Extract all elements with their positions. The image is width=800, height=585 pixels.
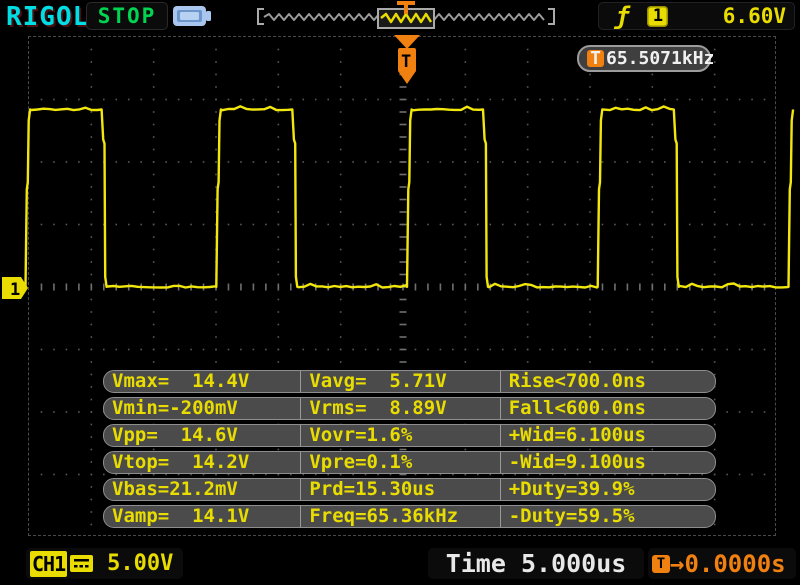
trigger-position-readout[interactable]: T →0.0000s <box>648 548 796 579</box>
svg-text:T: T <box>401 52 411 72</box>
dc-coupling-icon <box>70 555 94 572</box>
measurement-cell: +Wid=6.100us <box>499 425 715 446</box>
trigger-frequency-value: 65.5071kHz <box>606 48 715 69</box>
svg-text:1: 1 <box>10 280 20 300</box>
measurement-panel: Vmax= 14.4V Vavg= 5.71V Rise<700.0ns Vmin=-… <box>103 370 716 532</box>
measurement-cell: -Wid=9.100us <box>499 452 715 473</box>
run-state-indicator[interactable]: STOP <box>86 2 168 30</box>
trigger-frequency-readout: T 65.5071kHz <box>577 45 715 72</box>
horizontal-position-bar[interactable] <box>250 0 562 36</box>
channel1-position-marker[interactable]: 1 <box>2 276 29 304</box>
trigger-t-icon: T <box>587 48 604 69</box>
trigger-source-badge: 1 <box>647 5 669 27</box>
measurement-row: Vmin=-200mV Vrms= 8.89V Fall<600.0ns <box>103 397 716 420</box>
measurement-cell: +Duty=39.9% <box>499 479 715 500</box>
measurement-cell: Fall<600.0ns <box>499 398 715 419</box>
measurement-row: Vmax= 14.4V Vavg= 5.71V Rise<700.0ns <box>103 370 716 393</box>
measurement-row: Vbas=21.2mV Prd=15.30us +Duty=39.9% <box>103 478 716 501</box>
timebase-text: Time 5.000us <box>445 549 627 578</box>
timebase-readout[interactable]: Time 5.000us <box>428 548 644 579</box>
channel1-badge: CH1 <box>30 550 68 577</box>
rigol-logo: RIGOL <box>6 2 90 32</box>
run-state-label: STOP <box>97 4 157 28</box>
trigger-t-icon: T <box>652 554 670 573</box>
measurement-cell: Vpp= 14.6V <box>112 424 238 446</box>
measurement-cell: Prd=15.30us <box>300 479 499 500</box>
measurement-cell: Vmin=-200mV <box>112 397 238 419</box>
usb-device-icon <box>172 5 212 31</box>
channel1-scale-readout[interactable]: CH1 5.00V <box>26 548 184 579</box>
channel1-scale-value: 5.00V <box>107 551 174 576</box>
trigger-slope-icon: ƒ <box>615 2 630 30</box>
measurement-cell: Rise<700.0ns <box>499 371 715 392</box>
measurement-cell: -Duty=59.5% <box>499 506 715 527</box>
trigger-level-value: 6.60V <box>722 4 786 28</box>
measurement-cell: Vamp= 14.1V <box>112 505 250 527</box>
trigger-readout[interactable]: ƒ 1 6.60V <box>598 2 795 30</box>
measurement-row: Vpp= 14.6V Vovr=1.6% +Wid=6.100us <box>103 424 716 447</box>
oscilloscope-screen: RIGOL STOP ƒ 1 6.60V T 65.5071kHz T 1 Vm… <box>0 0 800 585</box>
measurement-cell: Vavg= 5.71V <box>300 371 499 392</box>
trigger-position-value: →0.0000s <box>670 549 786 578</box>
measurement-cell: Vtop= 14.2V <box>112 451 250 473</box>
measurement-cell: Vbas=21.2mV <box>112 478 238 500</box>
measurement-cell: Vovr=1.6% <box>300 425 499 446</box>
measurement-cell: Vrms= 8.89V <box>300 398 499 419</box>
measurement-cell: Freq=65.36kHz <box>300 506 499 527</box>
measurement-cell: Vpre=0.1% <box>300 452 499 473</box>
measurement-row: Vamp= 14.1V Freq=65.36kHz -Duty=59.5% <box>103 505 716 528</box>
measurement-row: Vtop= 14.2V Vpre=0.1% -Wid=9.100us <box>103 451 716 474</box>
measurement-cell: Vmax= 14.4V <box>112 370 250 392</box>
